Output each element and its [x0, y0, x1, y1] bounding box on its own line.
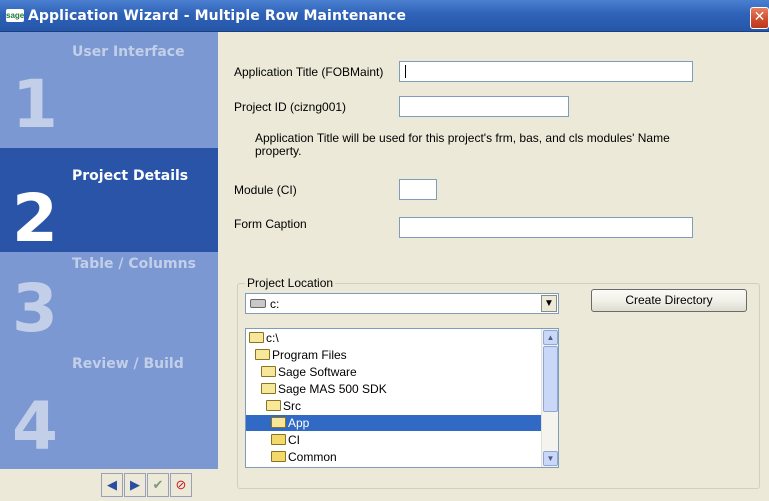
dir-item-sage-software[interactable]: Sage Software [261, 364, 357, 380]
dropdown-arrow-icon[interactable]: ▼ [541, 295, 557, 312]
step-number: 4 [12, 388, 58, 465]
wizard-steps: 1 User Interface 2 Project Details 3 Tab… [0, 32, 218, 469]
open-folder-icon [271, 417, 286, 428]
dir-item-program-files[interactable]: Program Files [255, 347, 347, 363]
right-arrow-icon: ▶ [130, 477, 140, 492]
dir-item-src[interactable]: Src [266, 398, 301, 414]
dir-item-label: Program Files [272, 348, 347, 362]
module-label: Module (CI) [234, 183, 297, 197]
open-folder-icon [255, 349, 270, 360]
drive-icon [250, 299, 266, 308]
module-input[interactable] [400, 180, 436, 199]
left-arrow-icon: ◀ [107, 477, 117, 492]
step-table-columns[interactable]: 3 Table / Columns [0, 252, 218, 350]
step-number: 3 [12, 270, 58, 347]
step-review-build[interactable]: 4 Review / Build [0, 350, 218, 469]
module-field[interactable] [399, 179, 437, 200]
sage-logo-icon: sage [6, 9, 25, 22]
dir-item-ci[interactable]: CI [271, 432, 300, 448]
create-directory-button[interactable]: Create Directory [591, 289, 747, 312]
checkmark-icon: ✔ [152, 477, 164, 492]
dir-item-label: Common [288, 450, 337, 464]
step-label: Review / Build [72, 356, 184, 372]
scroll-down-arrow-icon[interactable]: ▼ [543, 451, 558, 466]
dir-item-sage-mas-sdk[interactable]: Sage MAS 500 SDK [261, 381, 387, 397]
previous-button[interactable]: ◀ [101, 473, 123, 497]
wizard-window: sage Application Wizard - Multiple Row M… [0, 0, 769, 501]
form-caption-input[interactable] [400, 218, 692, 237]
app-title-field[interactable] [399, 61, 693, 82]
directory-scrollbar[interactable]: ▲ ▼ [541, 329, 558, 467]
dir-item-app[interactable]: App [246, 415, 542, 431]
project-id-label: Project ID (cizng001) [234, 100, 347, 114]
dir-item-label: c:\ [266, 331, 279, 345]
open-folder-icon [249, 332, 264, 343]
finish-button[interactable]: ✔ [147, 473, 169, 497]
dir-item-label: Sage Software [278, 365, 357, 379]
next-button[interactable]: ▶ [124, 473, 146, 497]
open-folder-icon [261, 383, 276, 394]
project-id-input[interactable] [400, 97, 568, 116]
scroll-thumb[interactable] [543, 346, 558, 412]
form-caption-label: Form Caption [234, 217, 307, 231]
open-folder-icon [266, 400, 281, 411]
dir-item-c-root[interactable]: c:\ [249, 330, 279, 346]
step-number: 1 [12, 66, 58, 143]
folder-icon [271, 434, 286, 445]
app-title-input[interactable] [400, 62, 692, 81]
title-bar: sage Application Wizard - Multiple Row M… [0, 0, 769, 32]
dir-item-label: Src [283, 399, 301, 413]
form-caption-field[interactable] [399, 217, 693, 238]
close-button[interactable]: ✕ [750, 7, 769, 29]
step-label: Project Details [72, 168, 189, 184]
step-label: Table / Columns [72, 256, 196, 272]
dir-item-label: CI [288, 433, 300, 447]
step-number: 2 [12, 180, 58, 257]
step-project-details[interactable]: 2 Project Details [0, 148, 218, 252]
cancel-button[interactable]: ⊘ [170, 473, 192, 497]
app-title-label: Application Title (FOBMaint) [234, 65, 384, 79]
text-cursor [405, 65, 406, 78]
drive-value: c: [270, 297, 280, 311]
project-id-field[interactable] [399, 96, 569, 117]
project-location-title: Project Location [245, 276, 336, 290]
app-title-note: Application Title will be used for this … [255, 131, 670, 158]
step-user-interface[interactable]: 1 User Interface [0, 32, 218, 138]
dir-item-label: App [288, 416, 310, 430]
open-folder-icon [261, 366, 276, 377]
step-label: User Interface [72, 44, 185, 60]
drive-dropdown[interactable]: c: ▼ [245, 293, 559, 314]
folder-icon [271, 451, 286, 462]
wizard-nav-bar: ◀ ▶ ✔ ⊘ [0, 469, 218, 501]
scroll-up-arrow-icon[interactable]: ▲ [543, 330, 558, 345]
directory-list[interactable]: c:\ Program Files Sage Software Sage MAS… [245, 328, 559, 468]
main-panel: Application Title (FOBMaint) Project ID … [218, 32, 769, 501]
dir-item-label: Sage MAS 500 SDK [278, 382, 387, 396]
cancel-icon: ⊘ [175, 477, 187, 492]
dir-item-common[interactable]: Common [271, 449, 337, 465]
window-title: Application Wizard - Multiple Row Mainte… [28, 8, 407, 24]
